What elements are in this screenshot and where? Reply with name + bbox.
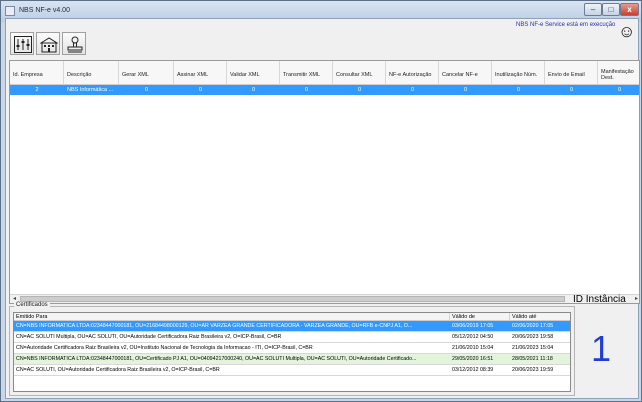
- empresas-grid[interactable]: Id. Empresa Descrição Gerar XML Assinar …: [9, 60, 640, 304]
- column-header[interactable]: Inutilização Núm.: [492, 61, 545, 85]
- table-row[interactable]: CN=NBS INFORMATICA LTDA:02348447000181, …: [14, 321, 570, 332]
- cell-inutilizacao: 0: [516, 87, 521, 93]
- main-window: NBS NF-e v4.00 – □ x NBS NF-e Service es…: [0, 0, 642, 402]
- column-header[interactable]: Validar XML: [227, 61, 280, 85]
- cert-valido-de: 03/12/2012 08:39: [452, 367, 494, 373]
- cell-envio-email: 0: [569, 87, 574, 93]
- horizontal-scrollbar[interactable]: ◂ ▸: [10, 294, 639, 303]
- column-header[interactable]: Assinar XML: [174, 61, 227, 85]
- column-header[interactable]: Descrição: [64, 61, 119, 85]
- table-row[interactable]: 2 NBS Informática ... 0 0 0 0 0 0 0 0 0 …: [10, 85, 639, 95]
- column-header[interactable]: NF-e Autorização: [386, 61, 439, 85]
- grid-header: Id. Empresa Descrição Gerar XML Assinar …: [10, 61, 639, 85]
- cell-id-empresa: 2: [35, 87, 39, 93]
- cert-valido-de: 21/06/2010 15:04: [452, 345, 494, 351]
- company-button[interactable]: [36, 32, 60, 55]
- cert-emitido-para: CN=AC SOLUTI Multipla, OU=AC SOLUTI, OU=…: [16, 334, 282, 340]
- cell-validar-xml: 0: [251, 87, 256, 93]
- minimize-button[interactable]: –: [584, 3, 602, 16]
- cert-valido-de: 05/12/2012 04:50: [452, 334, 494, 340]
- cell-manifestacao: 0: [617, 87, 622, 93]
- column-header[interactable]: Manifestação Dest.: [598, 61, 639, 85]
- column-header[interactable]: Válido até: [510, 313, 570, 321]
- scroll-thumb[interactable]: [20, 296, 565, 302]
- cell-cancelar-nfe: 0: [463, 87, 468, 93]
- cert-valido-ate: 02/06/2020 17:05: [512, 323, 554, 329]
- table-row[interactable]: CN=Autoridade Certificadora Raiz Brasile…: [14, 343, 570, 354]
- column-header[interactable]: Envio de Email: [545, 61, 598, 85]
- scroll-right-icon[interactable]: ▸: [632, 295, 639, 303]
- cell-descricao: NBS Informática ...: [67, 87, 114, 93]
- table-row[interactable]: CN=AC SOLUTI, OU=Autoridade Certificador…: [14, 365, 570, 376]
- column-header[interactable]: Gerar XML: [119, 61, 174, 85]
- certificados-table[interactable]: Emitido Para Válido de Válido até CN=NBS…: [13, 312, 571, 392]
- cert-emitido-para: CN=Autoridade Certificadora Raiz Brasile…: [16, 345, 313, 351]
- window-title: NBS NF-e v4.00: [19, 7, 70, 14]
- cert-valido-ate: 20/06/2023 19:59: [512, 367, 554, 373]
- maximize-button[interactable]: □: [602, 3, 620, 16]
- cert-valido-de: 29/05/2020 16:51: [452, 356, 494, 362]
- cert-valido-ate: 21/06/2023 15:04: [512, 345, 554, 351]
- table-row[interactable]: CN=NBS INFORMATICA LTDA:02348447000181, …: [14, 354, 570, 365]
- cert-valido-ate: 28/05/2021 11:18: [512, 356, 553, 362]
- service-status-text: NBS NF-e Service está em execução: [516, 22, 616, 28]
- cell-nfe-autorizacao: 0: [410, 87, 415, 93]
- cell-transmitir-xml: 0: [304, 87, 309, 93]
- smiley-icon: ☺: [618, 22, 636, 41]
- settings-button[interactable]: [10, 32, 34, 55]
- id-instancia-value: 1: [591, 328, 612, 369]
- cell-consultar-xml: 0: [357, 87, 362, 93]
- cell-gerar-xml: 0: [144, 87, 149, 93]
- column-header[interactable]: Id. Empresa: [10, 61, 64, 85]
- cell-assinar-xml: 0: [198, 87, 203, 93]
- column-header[interactable]: Emitido Para: [14, 313, 450, 321]
- settings-sliders-icon: [14, 36, 32, 53]
- stamp-button[interactable]: [62, 32, 86, 55]
- column-header[interactable]: Consultar XML: [333, 61, 386, 85]
- close-button[interactable]: x: [620, 3, 639, 16]
- cert-valido-de: 03/06/2019 17:05: [452, 323, 494, 329]
- certificados-group: Certificados Emitido Para Válido de Váli…: [9, 302, 575, 396]
- certificados-header: Emitido Para Válido de Válido até: [14, 313, 570, 321]
- id-instancia-label: ID Instância: [573, 294, 626, 305]
- app-icon: [5, 6, 15, 16]
- building-icon: [40, 37, 58, 53]
- cert-valido-ate: 20/06/2023 19:58: [512, 334, 554, 340]
- table-row[interactable]: CN=AC SOLUTI Multipla, OU=AC SOLUTI, OU=…: [14, 332, 570, 343]
- column-header[interactable]: Válido de: [450, 313, 510, 321]
- column-header[interactable]: Cancelar NF-e: [439, 61, 492, 85]
- client-area: NBS NF-e Service está em execução ☺ Id. …: [5, 18, 640, 399]
- column-header[interactable]: Transmitir XML: [280, 61, 333, 85]
- stamp-icon: [67, 36, 83, 53]
- certificados-legend: Certificados: [14, 302, 50, 308]
- cert-emitido-para: CN=NBS INFORMATICA LTDA:02348447000181, …: [16, 323, 413, 329]
- cert-emitido-para: CN=NBS INFORMATICA LTDA:02348447000181, …: [16, 356, 417, 362]
- cert-emitido-para: CN=AC SOLUTI, OU=Autoridade Certificador…: [16, 367, 220, 373]
